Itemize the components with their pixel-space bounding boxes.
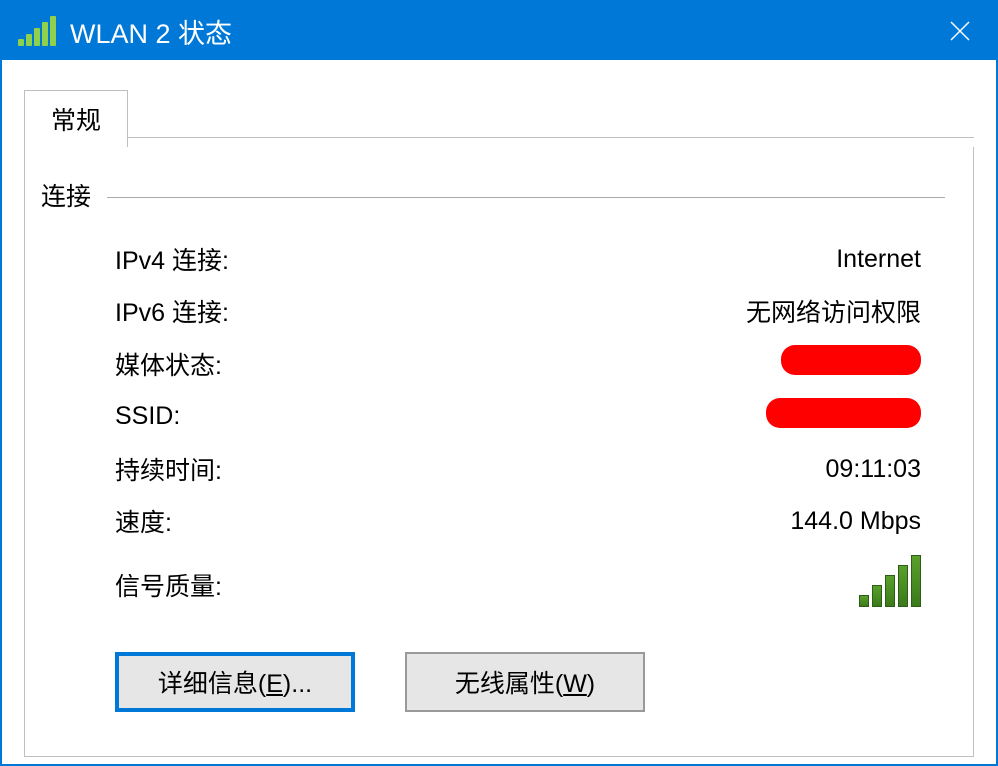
ipv6-label: IPv6 连接: [115,293,229,329]
speed-label: 速度: [115,503,172,539]
wireless-properties-button[interactable]: 无线属性(W) [405,652,645,712]
tabs: 常规 [24,90,974,147]
row-duration: 持续时间: 09:11:03 [25,443,973,495]
row-media-state: 媒体状态: [25,337,973,390]
section-rule [107,197,945,198]
duration-label: 持续时间: [115,451,222,487]
ssid-value [766,398,921,435]
client-area: 常规 连接 IPv4 连接: Internet IPv6 连接: 无网络访问权限… [2,60,996,764]
signal-value [859,555,921,614]
media-value [781,345,921,382]
tab-general[interactable]: 常规 [24,90,128,147]
details-button[interactable]: 详细信息(E)... [115,652,355,712]
section-connection-title: 连接 [41,177,91,213]
titlebar[interactable]: WLAN 2 状态 [2,2,996,60]
signal-label: 信号质量: [115,567,222,603]
redacted-value [781,345,921,375]
row-signal-quality: 信号质量: [25,547,973,622]
row-ipv6: IPv6 连接: 无网络访问权限 [25,285,973,337]
button-row: 详细信息(E)... 无线属性(W) [25,622,973,712]
close-button[interactable] [924,2,996,60]
ipv4-value: Internet [836,245,921,274]
media-label: 媒体状态: [115,346,222,382]
ssid-label: SSID: [115,402,180,431]
signal-bars-icon [859,555,921,607]
row-ssid: SSID: [25,390,973,443]
row-speed: 速度: 144.0 Mbps [25,495,973,547]
ipv4-label: IPv4 连接: [115,241,229,277]
redacted-value [766,398,921,428]
wlan-status-window: WLAN 2 状态 常规 连接 IPv4 连接: Internet IPv6 连… [0,0,998,766]
close-icon [948,19,972,43]
tab-border [128,90,974,138]
row-ipv4: IPv4 连接: Internet [25,233,973,285]
ipv6-value: 无网络访问权限 [746,293,921,329]
window-title: WLAN 2 状态 [70,12,232,51]
speed-value: 144.0 Mbps [790,507,921,536]
duration-value: 09:11:03 [826,455,921,484]
tab-panel-general: 连接 IPv4 连接: Internet IPv6 连接: 无网络访问权限 媒体… [24,147,974,757]
wifi-signal-icon [18,16,56,46]
